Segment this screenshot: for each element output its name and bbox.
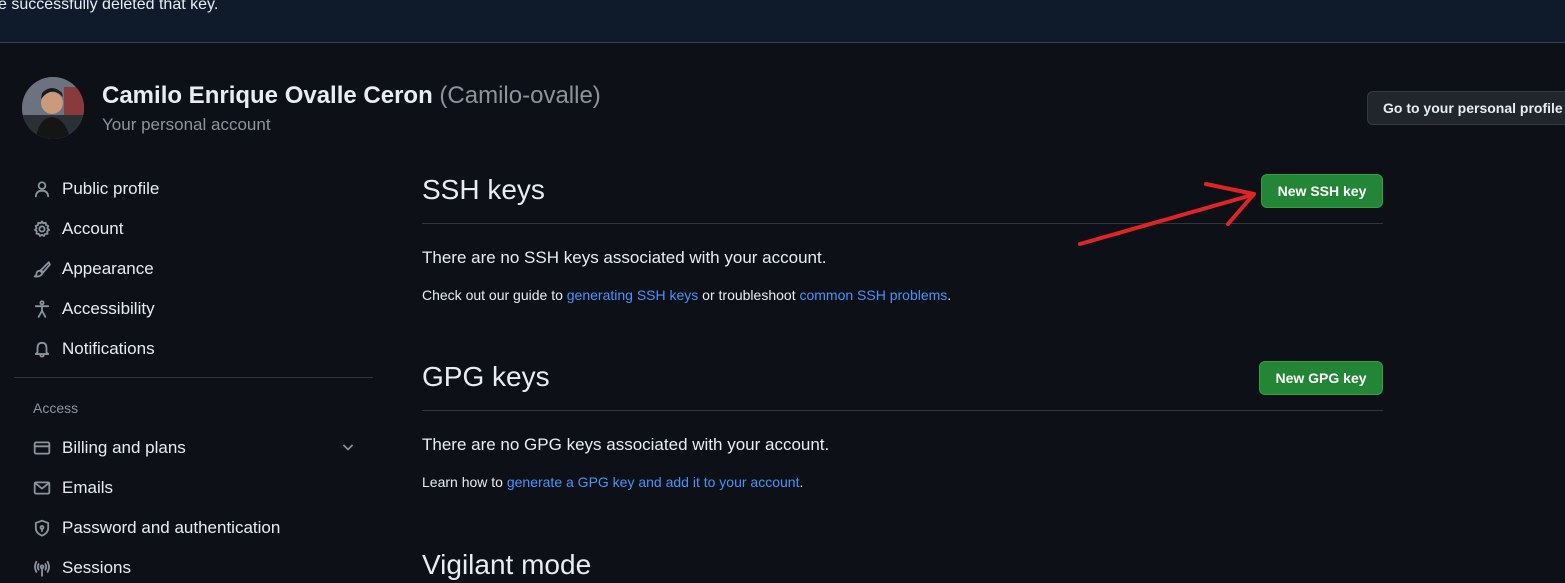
sidebar-divider <box>14 377 373 378</box>
gpg-empty-message: There are no GPG keys associated with yo… <box>422 435 830 454</box>
sidebar-item-emails[interactable]: Emails <box>32 473 372 503</box>
gear-icon <box>32 219 52 239</box>
sidebar-item-accessibility[interactable]: Accessibility <box>32 294 372 324</box>
ssh-help-suffix: . <box>947 287 952 303</box>
sidebar-item-label: Appearance <box>62 259 154 278</box>
sidebar-item-label: Accessibility <box>62 299 155 318</box>
shield-lock-icon <box>32 518 52 538</box>
generating-ssh-keys-link[interactable]: generating SSH keys <box>567 287 699 303</box>
sidebar-item-password-auth[interactable]: Password and authentication <box>32 513 372 543</box>
sidebar-item-label: Password and authentication <box>62 518 281 537</box>
sidebar-item-label: Public profile <box>62 179 160 198</box>
person-icon <box>32 179 52 199</box>
avatar[interactable] <box>22 77 84 139</box>
annotation-arrow-icon <box>1078 182 1256 246</box>
gpg-section-divider <box>422 410 1383 411</box>
new-ssh-key-button[interactable]: New SSH key <box>1261 174 1383 208</box>
sidebar-item-label: Billing and plans <box>62 438 186 457</box>
avatar-photo <box>22 77 84 139</box>
broadcast-icon <box>32 558 52 578</box>
ssh-help-prefix: Check out our guide to <box>422 287 567 303</box>
sidebar-item-label: Emails <box>62 478 114 497</box>
new-gpg-key-button[interactable]: New GPG key <box>1259 361 1383 395</box>
sidebar-item-appearance[interactable]: Appearance <box>32 254 372 284</box>
sidebar-item-label: Sessions <box>62 558 131 577</box>
user-display-name: Camilo Enrique Ovalle Ceron (Camilo-oval… <box>102 82 601 110</box>
gpg-help-suffix: . <box>799 474 804 490</box>
flash-message: e successfully deleted that key. <box>0 0 219 13</box>
vigilant-mode-heading: Vigilant mode <box>422 549 592 580</box>
paintbrush-icon <box>32 259 52 279</box>
gpg-keys-heading: GPG keys <box>422 361 550 392</box>
sidebar-item-label: Notifications <box>62 339 155 358</box>
ssh-empty-message: There are no SSH keys associated with yo… <box>422 248 827 267</box>
sidebar-item-account[interactable]: Account <box>32 214 372 244</box>
sidebar-item-notifications[interactable]: Notifications <box>32 334 372 364</box>
sidebar-section-heading: Access <box>33 400 79 416</box>
sidebar-item-label: Account <box>62 219 124 238</box>
go-to-profile-button[interactable]: Go to your personal profile <box>1367 91 1565 125</box>
mail-icon <box>32 478 52 498</box>
credit-card-icon <box>32 438 52 458</box>
user-full-name: Camilo Enrique Ovalle Ceron <box>102 82 433 109</box>
accessibility-icon <box>32 299 52 319</box>
ssh-keys-heading: SSH keys <box>422 174 545 205</box>
flash-banner: e successfully deleted that key. <box>0 0 1565 43</box>
sidebar-item-billing[interactable]: Billing and plans <box>32 433 372 463</box>
sidebar-item-sessions[interactable]: Sessions <box>32 553 372 583</box>
generate-gpg-key-link[interactable]: generate a GPG key and add it to your ac… <box>507 474 800 490</box>
bell-icon <box>32 339 52 359</box>
account-type-label: Your personal account <box>102 115 271 134</box>
gpg-help-prefix: Learn how to <box>422 474 507 490</box>
common-ssh-problems-link[interactable]: common SSH problems <box>799 287 947 303</box>
chevron-down-icon[interactable] <box>340 439 356 455</box>
gpg-help-text: Learn how to generate a GPG key and add … <box>422 474 803 490</box>
ssh-help-text: Check out our guide to generating SSH ke… <box>422 287 951 303</box>
sidebar-item-public-profile[interactable]: Public profile <box>32 174 372 204</box>
user-handle: (Camilo-ovalle) <box>439 82 601 109</box>
ssh-help-middle: or troubleshoot <box>698 287 800 303</box>
